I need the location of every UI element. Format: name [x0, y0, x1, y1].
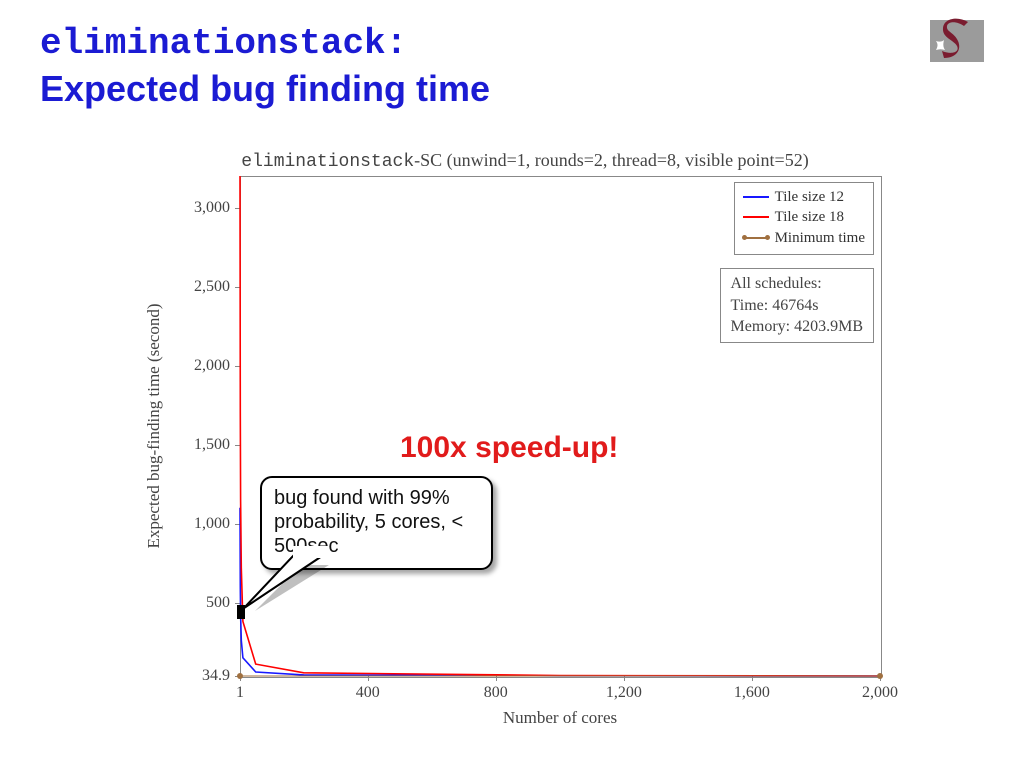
- callout-tail-icon: [240, 176, 880, 676]
- x-tick-label: 400: [356, 684, 380, 702]
- slide-title: eliminationstack: Expected bug finding t…: [40, 18, 984, 111]
- y-tick-label: 500: [130, 594, 230, 612]
- y-tick-label: 1,000: [130, 515, 230, 533]
- data-marker-icon: [237, 611, 245, 619]
- plot-area: Expected bug-finding time (second) Numbe…: [240, 176, 880, 676]
- chart: eliminationstack-SC (unwind=1, rounds=2,…: [130, 150, 920, 735]
- y-tick-label: 3,000: [130, 199, 230, 217]
- x-tick-label: 2,000: [862, 684, 898, 702]
- x-tick-label: 800: [484, 684, 508, 702]
- y-tick-label: 2,500: [130, 278, 230, 296]
- x-tick-label: 1: [236, 684, 244, 702]
- chart-title-mono: eliminationstack: [241, 152, 414, 172]
- x-tick-label: 1,200: [606, 684, 642, 702]
- x-tick-label: 1,600: [734, 684, 770, 702]
- y-tick-label: 1,500: [130, 436, 230, 454]
- y-tick-label: 2,000: [130, 357, 230, 375]
- y-tick-label: 34.9: [130, 667, 230, 685]
- chart-title-rest: -SC (unwind=1, rounds=2, thread=8, visib…: [414, 150, 809, 170]
- y-axis-label: Expected bug-finding time (second): [144, 303, 164, 548]
- x-axis-label: Number of cores: [503, 708, 617, 728]
- chart-title: eliminationstack-SC (unwind=1, rounds=2,…: [130, 150, 920, 172]
- org-logo: [930, 14, 984, 68]
- title-mono: eliminationstack:: [40, 23, 407, 64]
- title-rest: Expected bug finding time: [40, 68, 490, 109]
